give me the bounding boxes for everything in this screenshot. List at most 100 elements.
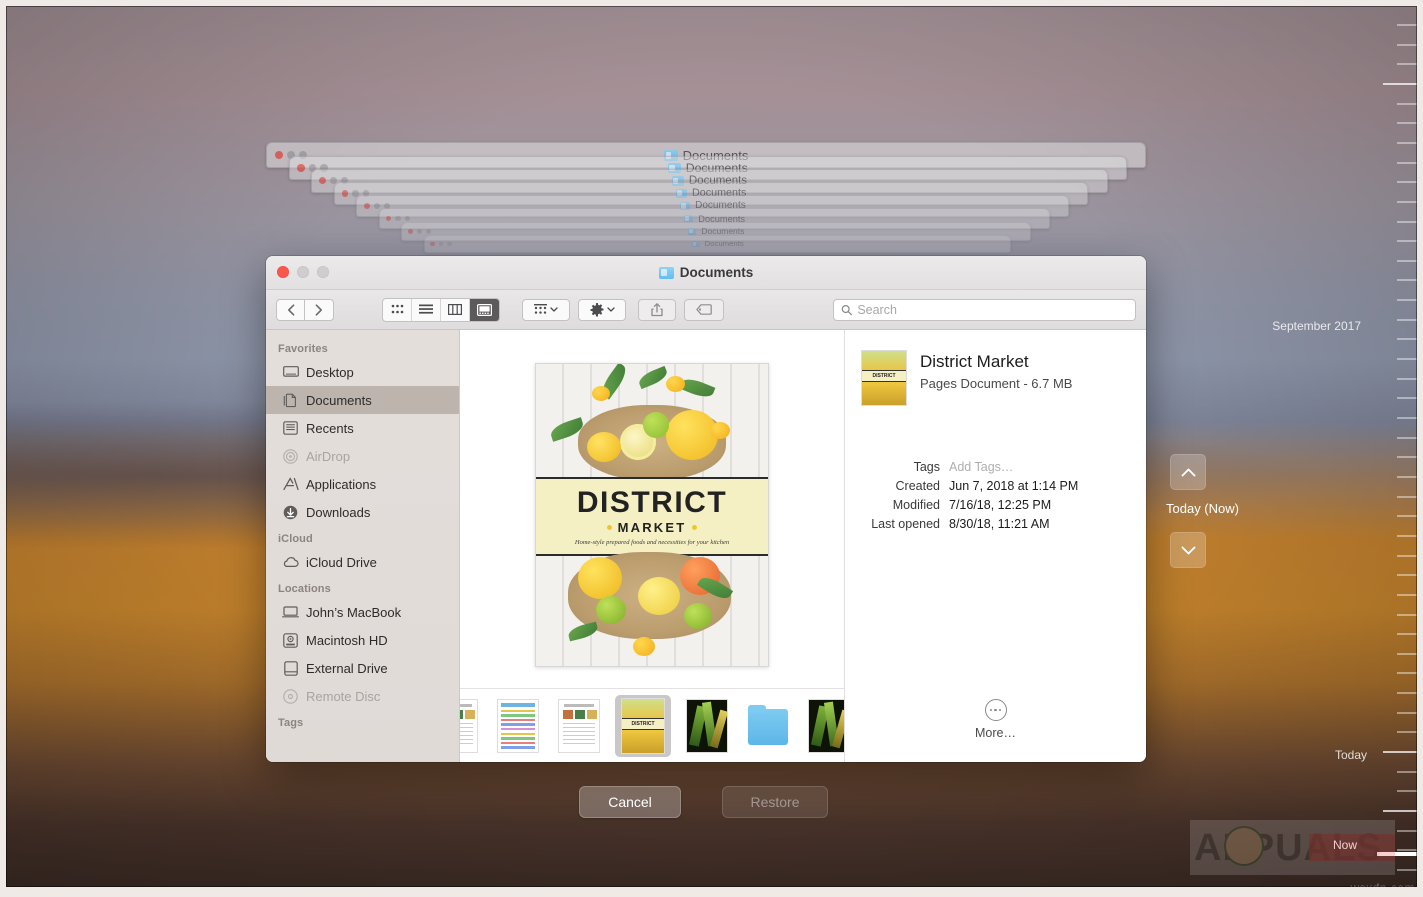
filmstrip-item-recipe-layout-document[interactable] xyxy=(554,698,604,754)
filmstrip-item-plant-photo-1[interactable] xyxy=(682,698,732,754)
timeline-tick[interactable] xyxy=(1397,43,1417,46)
timeline-tick[interactable] xyxy=(1397,633,1417,636)
airdrop-icon xyxy=(282,448,299,464)
traffic-lights[interactable] xyxy=(277,266,329,278)
sidebar-item-label: External Drive xyxy=(306,660,388,676)
timeline-tick[interactable] xyxy=(1397,711,1417,714)
close-button[interactable] xyxy=(277,266,289,278)
share-icon xyxy=(651,302,663,316)
timeline-tick[interactable] xyxy=(1397,593,1417,596)
timeline-tick[interactable] xyxy=(1397,672,1417,675)
folder-icon xyxy=(691,240,700,247)
filmstrip-item-spreadsheet-document[interactable] xyxy=(493,698,543,754)
timeline-tick[interactable] xyxy=(1397,574,1417,577)
icon-view-button[interactable] xyxy=(383,298,412,321)
chevron-down-icon xyxy=(606,307,615,312)
filmstrip-thumbnail xyxy=(497,698,539,753)
sidebar-item-recents[interactable]: Recents xyxy=(266,414,459,442)
timeline-tick[interactable] xyxy=(1397,554,1417,557)
share-button[interactable] xyxy=(638,298,676,321)
timeline-tick[interactable] xyxy=(1397,790,1417,793)
sidebar-item-external-drive[interactable]: External Drive xyxy=(266,654,459,682)
search-field[interactable] xyxy=(833,298,1136,321)
sidebar-item-label: AirDrop xyxy=(306,448,351,464)
timeline-tick[interactable] xyxy=(1397,436,1417,439)
sidebar-item-desktop[interactable]: Desktop xyxy=(266,358,459,386)
timeline-tick[interactable] xyxy=(1397,102,1417,105)
timeline-tick[interactable] xyxy=(1397,652,1417,655)
timeline-tick[interactable] xyxy=(1397,475,1417,478)
timeline-tick[interactable] xyxy=(1397,377,1417,380)
cancel-button[interactable]: Cancel xyxy=(579,786,681,818)
timeline-tick[interactable] xyxy=(1397,515,1417,518)
timeline-tick[interactable] xyxy=(1397,181,1417,184)
timeline-tick[interactable] xyxy=(1397,161,1417,164)
sidebar-item-applications[interactable]: Applications xyxy=(266,470,459,498)
back-button[interactable] xyxy=(276,298,305,321)
sidebar-item-john-s-macbook[interactable]: John’s MacBook xyxy=(266,598,459,626)
metadata-value[interactable]: Add Tags… xyxy=(949,460,1013,474)
timeline-tick[interactable] xyxy=(1397,259,1417,262)
filmstrip-item-district-market-cover[interactable]: DISTRICT xyxy=(615,694,671,757)
timeline-tick[interactable] xyxy=(1383,82,1417,85)
timeline-tick[interactable] xyxy=(1397,318,1417,321)
timeline-tick[interactable] xyxy=(1383,810,1417,813)
timeline-tick[interactable] xyxy=(1383,751,1417,754)
timeline-ticks[interactable] xyxy=(1371,6,1417,887)
action-menu-button[interactable] xyxy=(578,298,626,321)
gear-icon xyxy=(590,302,603,316)
filmstrip-item-document-partial[interactable] xyxy=(460,698,482,754)
timeline-up-button[interactable] xyxy=(1170,454,1206,490)
folder-icon xyxy=(687,227,697,235)
timeline-down-button[interactable] xyxy=(1170,532,1206,568)
sidebar-item-downloads[interactable]: Downloads xyxy=(266,498,459,526)
more-button[interactable]: More… xyxy=(845,699,1146,740)
timeline-tick[interactable] xyxy=(1397,279,1417,282)
sidebar-item-label: Documents xyxy=(306,392,372,408)
group-by-button[interactable] xyxy=(522,298,570,321)
timeline-tick[interactable] xyxy=(1397,731,1417,734)
forward-button[interactable] xyxy=(305,298,334,321)
chevron-down-icon xyxy=(1181,546,1195,554)
timeline-tick[interactable] xyxy=(1397,358,1417,361)
list-view-button[interactable] xyxy=(412,298,441,321)
search-input[interactable] xyxy=(857,302,1128,317)
document-preview[interactable]: DISTRICT MARKET Home-style prepared food… xyxy=(535,363,769,667)
timeline-tick[interactable] xyxy=(1397,24,1417,26)
gallery-view-button[interactable] xyxy=(470,298,499,321)
timeline-tick[interactable] xyxy=(1397,692,1417,695)
sidebar-item-macintosh-hd[interactable]: Macintosh HD xyxy=(266,626,459,654)
stacked-window[interactable]: Documents xyxy=(424,234,1012,253)
timeline-tick[interactable] xyxy=(1397,338,1417,341)
timeline-tick[interactable] xyxy=(1397,495,1417,498)
timeline-tick[interactable] xyxy=(1397,220,1417,223)
sidebar-item-label: Remote Disc xyxy=(306,688,381,704)
info-thumbnail: DISTRICT xyxy=(861,350,907,406)
info-header: DISTRICT District Market Pages Document … xyxy=(861,350,1130,406)
timeline-tick[interactable] xyxy=(1397,829,1417,832)
timeline-tick[interactable] xyxy=(1397,122,1417,125)
timeline-tick[interactable] xyxy=(1397,869,1417,871)
timeline-tick[interactable] xyxy=(1397,141,1417,144)
sidebar-item-documents[interactable]: Documents xyxy=(266,386,459,414)
column-view-button[interactable] xyxy=(441,298,470,321)
timeline-tick[interactable] xyxy=(1397,613,1417,616)
timeline-current-label: Today (Now) xyxy=(1166,501,1239,516)
timeline-tick[interactable] xyxy=(1397,456,1417,459)
toolbar xyxy=(266,290,1146,330)
nav-buttons xyxy=(276,298,334,321)
timeline-tick[interactable] xyxy=(1397,200,1417,203)
tag-button[interactable] xyxy=(684,298,724,321)
sidebar-item-icloud-drive[interactable]: iCloud Drive xyxy=(266,548,459,576)
timeline-tick[interactable] xyxy=(1397,534,1417,537)
timeline-tick[interactable] xyxy=(1397,63,1417,66)
timeline-tick[interactable] xyxy=(1397,240,1417,243)
timeline-tick[interactable] xyxy=(1397,417,1417,420)
filmstrip-item-blue-folder[interactable] xyxy=(743,698,793,754)
timeline-tick[interactable] xyxy=(1397,397,1417,400)
filmstrip[interactable]: DISTRICT xyxy=(460,688,844,762)
timeline-tick[interactable] xyxy=(1397,770,1417,773)
tag-icon xyxy=(696,304,712,315)
timeline-tick[interactable] xyxy=(1397,299,1417,302)
filmstrip-item-plant-photo-2[interactable] xyxy=(804,698,844,754)
